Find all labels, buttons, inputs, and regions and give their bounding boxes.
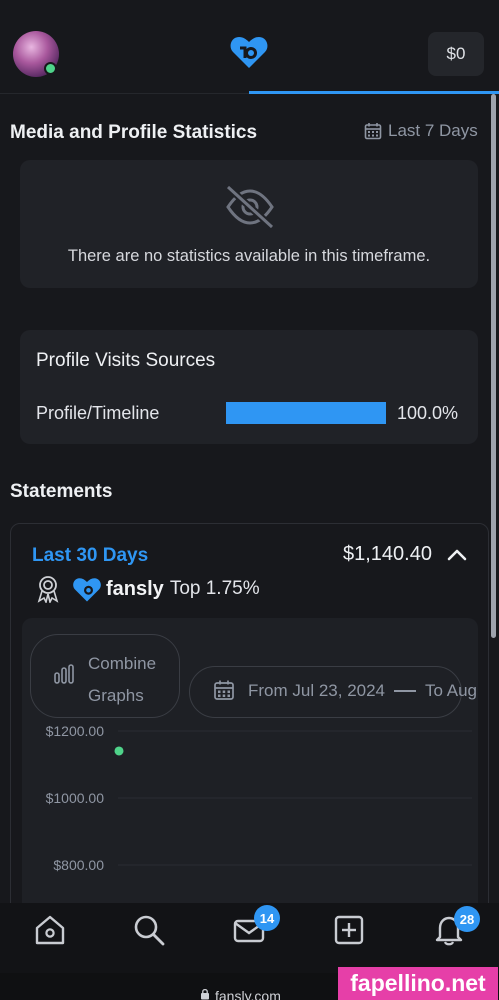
visit-source-label: Profile/Timeline [36, 403, 160, 423]
messages-badge: 14 [254, 905, 280, 931]
fansly-logo-icon[interactable] [229, 34, 269, 70]
bar-chart-icon [54, 664, 74, 684]
profile-visits-title: Profile Visits Sources [36, 350, 216, 371]
url-display[interactable]: fansly.com [200, 988, 281, 1000]
search-icon[interactable] [132, 913, 166, 947]
balance-value: $0 [446, 44, 466, 63]
visit-source-bar-fill [226, 402, 386, 424]
media-stats-title: Media and Profile Statistics [10, 122, 258, 143]
y-tick-label: $1000.00 [46, 790, 105, 806]
balance-button[interactable]: $0 [428, 32, 484, 76]
calendar-icon [214, 680, 234, 700]
url-text: fansly.com [215, 988, 281, 1000]
scrollbar[interactable] [491, 94, 496, 638]
visit-source-bar [226, 402, 386, 424]
create-post-icon[interactable] [332, 913, 366, 947]
y-tick-label: $1200.00 [46, 723, 105, 739]
profile-visits-card [20, 330, 478, 444]
lock-icon [201, 988, 209, 1000]
data-point[interactable] [114, 746, 124, 756]
active-tab-indicator [249, 91, 499, 94]
visit-source-percent: 100.0% [397, 403, 459, 423]
rank-badge-row: fansly Top 1.75% [36, 574, 260, 604]
date-separator [394, 690, 417, 692]
statement-period[interactable]: Last 30 Days [32, 545, 148, 567]
date-from: From Jul 23, 2024 [248, 681, 386, 700]
empty-stats-message: There are no statistics available in thi… [67, 247, 431, 265]
calendar-icon [364, 123, 382, 140]
online-status-dot [44, 62, 57, 75]
fansly-mini-logo-icon [73, 577, 101, 601]
eye-off-icon [225, 184, 275, 230]
y-tick-label: $800.00 [53, 857, 104, 873]
statements-title: Statements [10, 481, 113, 502]
earnings-chart: $1200.00 $1000.00 $800.00 [46, 723, 472, 873]
medal-icon [37, 576, 59, 603]
brand-word: fansly [106, 577, 164, 600]
combine-graphs-label: Combine Graphs [88, 654, 157, 705]
range-label: Last 7 Days [388, 121, 478, 140]
notifications-badge: 28 [454, 906, 480, 932]
date-to: To Aug [425, 681, 478, 700]
chevron-up-icon[interactable] [446, 544, 468, 566]
statement-amount: $1,140.40 [343, 543, 432, 565]
date-range-text: From Jul 23, 2024 To Aug [248, 681, 489, 701]
rank-text: Top 1.75% [169, 578, 260, 599]
watermark: fapellino.net [338, 967, 498, 1000]
range-selector[interactable]: Last 7 Days [364, 121, 478, 141]
home-icon[interactable] [33, 913, 67, 947]
